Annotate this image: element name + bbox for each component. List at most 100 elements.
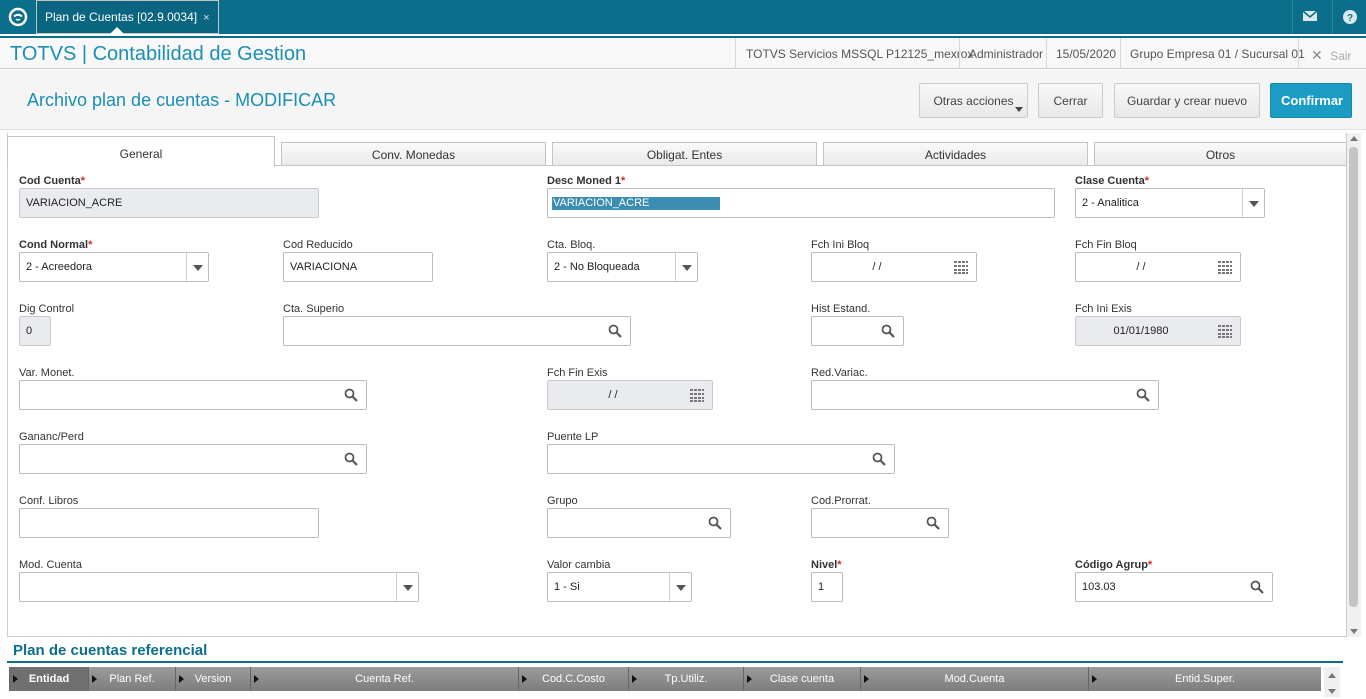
fch-ini-exis-field[interactable]: 01/01/1980 bbox=[1075, 316, 1241, 346]
clase-cuenta-select[interactable]: 2 - Analitica bbox=[1075, 188, 1265, 218]
scroll-up-icon[interactable] bbox=[1328, 673, 1336, 678]
fch-fin-exis-label: Fch Fin Exis bbox=[547, 367, 608, 379]
calendar-icon[interactable] bbox=[690, 389, 704, 402]
tab-otros[interactable]: Otros bbox=[1094, 142, 1347, 166]
fch-ini-exis-label: Fch Ini Exis bbox=[1075, 303, 1132, 315]
grid-col-cuenta-ref[interactable]: Cuenta Ref. bbox=[250, 667, 518, 691]
help-icon: ? bbox=[1343, 10, 1357, 24]
dig-control-field[interactable]: 0 bbox=[19, 316, 51, 346]
logout-button[interactable]: ✕ Sair bbox=[1298, 38, 1366, 69]
calendar-icon[interactable] bbox=[954, 261, 968, 274]
codigo-agrup-label: Código Agrup* bbox=[1075, 559, 1153, 571]
open-program-tab-label: Plan de Cuentas [02.9.0034] bbox=[45, 10, 198, 24]
cod-reducido-label: Cod Reducido bbox=[283, 239, 353, 251]
cod-reducido-field[interactable]: VARIACIONA bbox=[283, 252, 433, 282]
desc-moned-label: Desc Moned 1* bbox=[547, 175, 626, 187]
search-icon[interactable] bbox=[872, 452, 886, 466]
chevron-down-icon[interactable] bbox=[186, 253, 208, 281]
grid-col-version[interactable]: Version bbox=[175, 667, 250, 691]
chevron-down-icon[interactable] bbox=[675, 253, 697, 281]
svg-text:?: ? bbox=[1347, 13, 1353, 24]
search-icon[interactable] bbox=[926, 516, 940, 530]
gananc-perd-label: Gananc/Perd bbox=[19, 431, 84, 443]
chevron-down-icon[interactable] bbox=[396, 573, 418, 601]
close-button[interactable]: Cerrar bbox=[1038, 83, 1103, 118]
search-icon[interactable] bbox=[608, 324, 622, 338]
tab-general[interactable]: General bbox=[7, 136, 275, 167]
grid-col-tp-utiliz[interactable]: Tp.Utiliz. bbox=[628, 667, 743, 691]
dig-control-label: Dig Control bbox=[19, 303, 75, 315]
mail-button[interactable] bbox=[1292, 0, 1326, 34]
grid-col-entidad[interactable]: Entidad bbox=[9, 667, 88, 691]
search-icon[interactable] bbox=[708, 516, 722, 530]
fch-fin-bloq-label: Fch Fin Bloq bbox=[1075, 239, 1137, 251]
cod-prorrat-label: Cod.Prorrat. bbox=[811, 495, 871, 507]
grid-header: Entidad Plan Ref. Version Cuenta Ref. Co… bbox=[9, 667, 1321, 691]
cta-bloq-label: Cta. Bloq. bbox=[547, 239, 596, 251]
user-info: Administrador bbox=[959, 38, 1046, 69]
tab-obligat-entes[interactable]: Obligat. Entes bbox=[552, 142, 817, 166]
valor-cambia-select[interactable]: 1 - Si bbox=[547, 572, 692, 602]
scroll-thumb[interactable] bbox=[1349, 147, 1358, 607]
form-scrollbar[interactable] bbox=[1347, 133, 1361, 637]
cond-normal-select[interactable]: 2 - Acreedora bbox=[19, 252, 209, 282]
chevron-down-icon[interactable] bbox=[1242, 189, 1264, 217]
search-icon[interactable] bbox=[1136, 388, 1150, 402]
red-variac-label: Red.Variac. bbox=[811, 367, 868, 379]
fch-fin-bloq-value: / / bbox=[1136, 261, 1146, 273]
save-and-new-button[interactable]: Guardar y crear nuevo bbox=[1114, 83, 1260, 118]
codigo-agrup-field[interactable]: 103.03 bbox=[1075, 572, 1273, 602]
tab-actividades[interactable]: Actividades bbox=[823, 142, 1088, 166]
fch-ini-bloq-field[interactable]: / / bbox=[811, 252, 977, 282]
scroll-down-icon[interactable] bbox=[1328, 689, 1336, 694]
search-icon[interactable] bbox=[881, 324, 895, 338]
cta-superio-field[interactable] bbox=[283, 316, 631, 346]
cod-prorrat-field[interactable] bbox=[811, 508, 949, 538]
help-button[interactable]: ? bbox=[1332, 0, 1366, 34]
other-actions-button[interactable]: Otras acciones bbox=[919, 83, 1028, 118]
grid-title: Plan de cuentas referencial bbox=[13, 642, 208, 659]
grid-col-entid-super[interactable]: Entid.Super. bbox=[1088, 667, 1321, 691]
gananc-perd-field[interactable] bbox=[19, 444, 367, 474]
scroll-up-icon[interactable] bbox=[1350, 136, 1358, 141]
grid-scrollbar[interactable] bbox=[1324, 667, 1340, 697]
form-tabs: General Conv. Monedas Obligat. Entes Act… bbox=[7, 136, 1347, 167]
grid-col-mod-cuenta[interactable]: Mod.Cuenta bbox=[860, 667, 1088, 691]
grid-col-plan-ref[interactable]: Plan Ref. bbox=[88, 667, 175, 691]
cod-cuenta-field[interactable]: VARIACION_ACRE bbox=[19, 188, 319, 218]
search-icon[interactable] bbox=[344, 388, 358, 402]
mod-cuenta-select[interactable] bbox=[19, 572, 419, 602]
grupo-field[interactable] bbox=[547, 508, 731, 538]
nivel-field[interactable]: 1 bbox=[811, 572, 843, 602]
hist-estand-field[interactable] bbox=[811, 316, 904, 346]
play-icon bbox=[254, 675, 259, 683]
cta-superio-label: Cta. Superio bbox=[283, 303, 345, 315]
calendar-icon[interactable] bbox=[1218, 325, 1232, 338]
fch-ini-bloq-value: / / bbox=[872, 261, 882, 273]
calendar-icon[interactable] bbox=[1218, 261, 1232, 274]
confirm-button[interactable]: Confirmar bbox=[1270, 83, 1352, 118]
chevron-down-icon[interactable] bbox=[669, 573, 691, 601]
codigo-agrup-value: 103.03 bbox=[1082, 581, 1116, 593]
var-monet-field[interactable] bbox=[19, 380, 367, 410]
puente-lp-field[interactable] bbox=[547, 444, 895, 474]
tab-conv-monedas[interactable]: Conv. Monedas bbox=[281, 142, 546, 166]
active-tab-indicator bbox=[110, 27, 124, 34]
fch-fin-bloq-field[interactable]: / / bbox=[1075, 252, 1241, 282]
grid-col-cod-c-costo[interactable]: Cod.C.Costo bbox=[518, 667, 628, 691]
close-tab-icon[interactable]: × bbox=[203, 12, 209, 24]
conf-libros-field[interactable] bbox=[19, 508, 319, 538]
red-variac-field[interactable] bbox=[811, 380, 1159, 410]
grid-col-clase-cuenta[interactable]: Clase cuenta bbox=[743, 667, 860, 691]
clase-cuenta-value: 2 - Analitica bbox=[1082, 197, 1139, 209]
open-program-tab[interactable]: Plan de Cuentas [02.9.0034] × bbox=[36, 0, 219, 34]
desc-moned-field[interactable]: VARIACION_ACRE bbox=[547, 188, 1055, 218]
play-icon bbox=[522, 675, 527, 683]
totvs-logo-icon[interactable] bbox=[8, 7, 28, 27]
search-icon[interactable] bbox=[1250, 580, 1264, 594]
search-icon[interactable] bbox=[344, 452, 358, 466]
cta-bloq-select[interactable]: 2 - No Bloqueada bbox=[547, 252, 698, 282]
fch-fin-exis-field[interactable]: / / bbox=[547, 380, 713, 410]
scroll-down-icon[interactable] bbox=[1350, 629, 1358, 634]
app-header: TOTVS | Contabilidad de Gestion TOTVS Se… bbox=[0, 36, 1366, 69]
